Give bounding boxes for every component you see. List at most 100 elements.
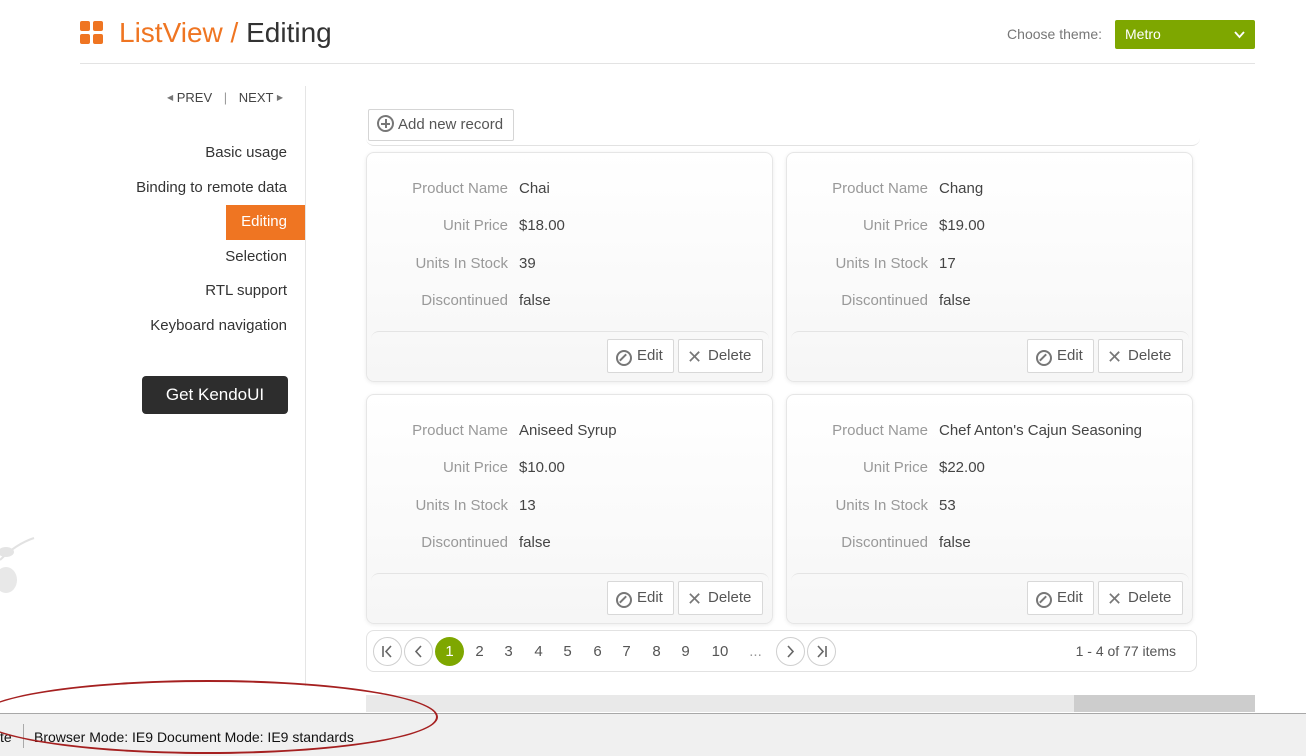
theme-label: Choose theme: [1007, 26, 1102, 42]
scrollbar-thumb[interactable] [1074, 695, 1255, 712]
field-unit-price: Unit Price $19.00 [787, 217, 1187, 237]
pager-info: 1 - 4 of 77 items [1075, 643, 1176, 659]
field-product-name: Product Name Chang [787, 180, 1187, 200]
prev-page-icon[interactable] [404, 637, 433, 666]
field-label: Unit Price [862, 217, 928, 234]
field-label: Discontinued [421, 292, 508, 309]
delete-button[interactable]: ✕ Delete [1098, 339, 1183, 373]
prev-next-nav: ◀ PREV | NEXT ▶ [167, 90, 283, 105]
field-label: Discontinued [841, 534, 928, 551]
delete-label: Delete [708, 347, 752, 364]
delete-button[interactable]: ✕ Delete [678, 339, 763, 373]
field-label: Product Name [832, 180, 928, 197]
prev-link[interactable]: PREV [177, 90, 212, 105]
field-value: 13 [519, 497, 536, 514]
list-item: Product Name Chang Unit Price $19.00 Units… [786, 152, 1193, 382]
field-units-in-stock: Units In Stock 53 [787, 497, 1187, 517]
page-number-current[interactable]: 1 [435, 637, 464, 666]
first-page-icon[interactable] [373, 637, 402, 666]
page-header: ListView / Editing Choose theme: Metro [80, 0, 1255, 64]
field-label: Units In Stock [835, 497, 928, 514]
edit-button[interactable]: Edit [607, 339, 674, 373]
field-label: Unit Price [442, 217, 508, 234]
title-component: ListView [119, 17, 223, 48]
pencil-icon [1036, 592, 1052, 608]
add-new-record-button[interactable]: Add new record [368, 109, 515, 141]
last-page-icon[interactable] [807, 637, 836, 666]
field-value: 53 [939, 497, 956, 514]
field-product-name: Product Name Aniseed Syrup [367, 422, 767, 442]
field-label: Units In Stock [415, 255, 508, 272]
horizontal-scrollbar[interactable] [366, 695, 1255, 712]
title-page: Editing [246, 17, 332, 48]
field-unit-price: Unit Price $10.00 [367, 459, 767, 479]
edit-button[interactable]: Edit [1027, 581, 1094, 615]
pager: 1 2 3 4 5 6 7 8 9 10 ... 1 - 4 of 77 ite… [366, 630, 1197, 672]
sidebar-item-selection[interactable]: Selection [0, 240, 305, 275]
field-value: false [939, 292, 971, 309]
delete-label: Delete [1128, 589, 1172, 606]
sidebar: ◀ PREV | NEXT ▶ Basic usage Binding to r… [0, 86, 306, 686]
field-value: $19.00 [939, 217, 985, 234]
field-unit-price: Unit Price $22.00 [787, 459, 1187, 479]
pencil-icon [616, 350, 632, 366]
edit-button[interactable]: Edit [1027, 339, 1094, 373]
edit-label: Edit [637, 347, 663, 364]
card-actions: Edit ✕ Delete [371, 573, 769, 621]
page-number[interactable]: 2 [465, 637, 494, 666]
page-number[interactable]: 4 [524, 637, 553, 666]
close-icon: ✕ [1107, 589, 1123, 609]
theme-dropdown[interactable]: Metro [1115, 20, 1255, 49]
field-value: false [519, 534, 551, 551]
field-value: false [519, 292, 551, 309]
card-actions: Edit ✕ Delete [791, 331, 1189, 379]
title-separator: / [230, 17, 239, 48]
field-label: Units In Stock [835, 255, 928, 272]
field-label: Unit Price [442, 459, 508, 476]
field-value: Chai [519, 180, 550, 197]
field-label: Units In Stock [415, 497, 508, 514]
sidebar-item-rtl[interactable]: RTL support [0, 274, 305, 309]
close-icon: ✕ [1107, 347, 1123, 367]
page-number[interactable]: 3 [494, 637, 523, 666]
delete-button[interactable]: ✕ Delete [678, 581, 763, 615]
get-kendoui-button[interactable]: Get KendoUI [142, 376, 288, 414]
field-label: Unit Price [862, 459, 928, 476]
field-product-name: Product Name Chai [367, 180, 767, 200]
page-number[interactable]: 7 [612, 637, 641, 666]
leaf-decoration-icon [0, 530, 40, 610]
page-ellipsis[interactable]: ... [741, 637, 770, 666]
list-item: Product Name Aniseed Syrup Unit Price $10.… [366, 394, 773, 624]
edit-button[interactable]: Edit [607, 581, 674, 615]
next-link[interactable]: NEXT [239, 90, 273, 105]
field-unit-price: Unit Price $18.00 [367, 217, 767, 237]
pencil-icon [616, 592, 632, 608]
field-value: $18.00 [519, 217, 565, 234]
field-value: Chang [939, 180, 984, 197]
sidebar-item-keyboard[interactable]: Keyboard navigation [0, 309, 305, 344]
next-page-icon[interactable] [776, 637, 805, 666]
field-label: Product Name [832, 422, 928, 439]
page-number[interactable]: 10 [703, 637, 737, 666]
field-product-name: Product Name Chef Anton's Cajun Seasoning [787, 422, 1187, 442]
edit-label: Edit [637, 589, 663, 606]
sidebar-item-binding-remote[interactable]: Binding to remote data [0, 171, 305, 206]
page-number[interactable]: 6 [583, 637, 612, 666]
field-units-in-stock: Units In Stock 17 [787, 255, 1187, 275]
plus-circle-icon [377, 115, 394, 132]
page-title: ListView / Editing [119, 17, 332, 49]
field-discontinued: Discontinued false [367, 534, 767, 554]
delete-label: Delete [1128, 347, 1172, 364]
delete-label: Delete [708, 589, 752, 606]
chevron-left-icon: ◀ [166, 93, 174, 102]
sidebar-item-editing[interactable]: Editing [226, 205, 305, 240]
page-number[interactable]: 5 [553, 637, 582, 666]
page-number[interactable]: 9 [671, 637, 700, 666]
field-value: 39 [519, 255, 536, 272]
sidebar-item-basic-usage[interactable]: Basic usage [0, 136, 305, 171]
field-value: $22.00 [939, 459, 985, 476]
field-label: Discontinued [421, 534, 508, 551]
delete-button[interactable]: ✕ Delete [1098, 581, 1183, 615]
edit-label: Edit [1057, 589, 1083, 606]
page-number[interactable]: 8 [642, 637, 671, 666]
